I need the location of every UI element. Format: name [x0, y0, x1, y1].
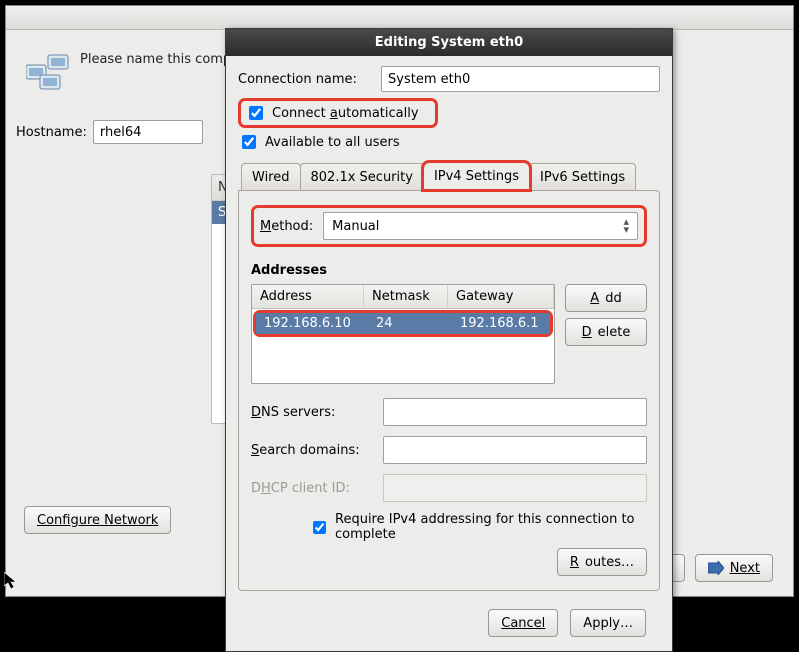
chevron-updown-icon: ▴▾	[623, 218, 629, 234]
next-label: Next	[730, 561, 760, 576]
apply-label: Apply…	[583, 616, 633, 631]
available-to-all-label: Available to all users	[265, 135, 400, 150]
next-button[interactable]: Next	[695, 554, 773, 582]
method-value: Manual	[332, 219, 379, 234]
addresses-buttons: Add Delete	[565, 284, 647, 384]
dns-servers-label: DNS servers:	[251, 405, 383, 420]
table-row[interactable]: 192.168.6.10 24 192.168.6.1	[256, 313, 550, 334]
ipv4-settings-panel: Method: Manual ▴▾ Addresses Address Netm…	[238, 190, 660, 591]
hostname-input[interactable]	[93, 120, 203, 144]
arrow-right-icon	[708, 561, 724, 575]
connect-automatically-highlight: Connect automatically	[238, 98, 438, 128]
require-ipv4-row: Require IPv4 addressing for this connect…	[309, 512, 647, 542]
connection-name-label: Connection name:	[238, 72, 373, 87]
tab-wired[interactable]: Wired	[241, 163, 301, 191]
window-topbar	[6, 6, 793, 30]
dns-servers-input[interactable]	[383, 398, 647, 426]
connection-name-input[interactable]	[381, 66, 660, 92]
tab-bar: Wired 802.1x Security IPv4 Settings IPv6…	[238, 162, 660, 190]
apply-button[interactable]: Apply…	[570, 609, 646, 637]
addresses-table[interactable]: Address Netmask Gateway 192.168.6.10 24 …	[251, 284, 555, 384]
addresses-heading: Addresses	[251, 263, 647, 278]
configure-network-button[interactable]: Configure Network	[24, 506, 171, 534]
search-domains-input[interactable]	[383, 436, 647, 464]
configure-network-label: Configure Network	[37, 513, 158, 528]
require-ipv4-label: Require IPv4 addressing for this connect…	[335, 512, 647, 542]
addresses-col-address[interactable]: Address	[252, 285, 364, 308]
address-cell-address: 192.168.6.10	[256, 313, 368, 334]
address-cell-netmask: 24	[368, 313, 452, 334]
connect-automatically-checkbox[interactable]	[249, 106, 263, 120]
addresses-block: Addresses Address Netmask Gateway 192.16…	[251, 263, 647, 384]
tab-ipv6-settings[interactable]: IPv6 Settings	[529, 163, 636, 191]
cancel-button[interactable]: Cancel	[488, 609, 558, 637]
method-label: Method:	[260, 219, 313, 234]
available-to-all-checkbox[interactable]	[242, 135, 256, 149]
editing-connection-dialog: Editing System eth0 Connection name: Con…	[225, 28, 673, 652]
dhcp-client-id-label: DHCP client ID:	[251, 481, 383, 496]
addresses-col-netmask[interactable]: Netmask	[364, 285, 448, 308]
dialog-footer: Cancel Apply…	[238, 599, 660, 637]
add-address-button[interactable]: Add	[565, 284, 647, 312]
dhcp-client-id-input	[383, 474, 647, 502]
network-icon	[26, 51, 72, 91]
addresses-header-row: Address Netmask Gateway	[252, 285, 554, 309]
ipv4-form-grid: DNS servers: Search domains: DHCP client…	[251, 398, 647, 502]
available-to-all-row: Available to all users	[238, 132, 660, 152]
address-cell-gateway: 192.168.6.1	[452, 313, 550, 334]
search-domains-label: Search domains:	[251, 443, 383, 458]
address-row-highlight: 192.168.6.10 24 192.168.6.1	[253, 310, 553, 337]
tab-8021x-security[interactable]: 802.1x Security	[300, 163, 424, 191]
connect-automatically-label: Connect automatically	[272, 106, 419, 121]
mouse-cursor-icon	[4, 572, 18, 594]
addresses-col-gateway[interactable]: Gateway	[448, 285, 554, 308]
delete-address-button[interactable]: Delete	[565, 318, 647, 346]
connection-name-row: Connection name:	[238, 66, 660, 92]
hostname-row: Hostname:	[16, 120, 203, 144]
require-ipv4-checkbox[interactable]	[313, 521, 326, 534]
dialog-title: Editing System eth0	[226, 29, 672, 56]
cancel-label: Cancel	[501, 616, 545, 631]
routes-button[interactable]: Routes…	[557, 548, 647, 576]
method-highlight: Method: Manual ▴▾	[251, 205, 647, 247]
method-select[interactable]: Manual ▴▾	[323, 212, 638, 240]
hostname-label: Hostname:	[16, 125, 87, 140]
tab-ipv4-settings[interactable]: IPv4 Settings	[423, 162, 530, 190]
